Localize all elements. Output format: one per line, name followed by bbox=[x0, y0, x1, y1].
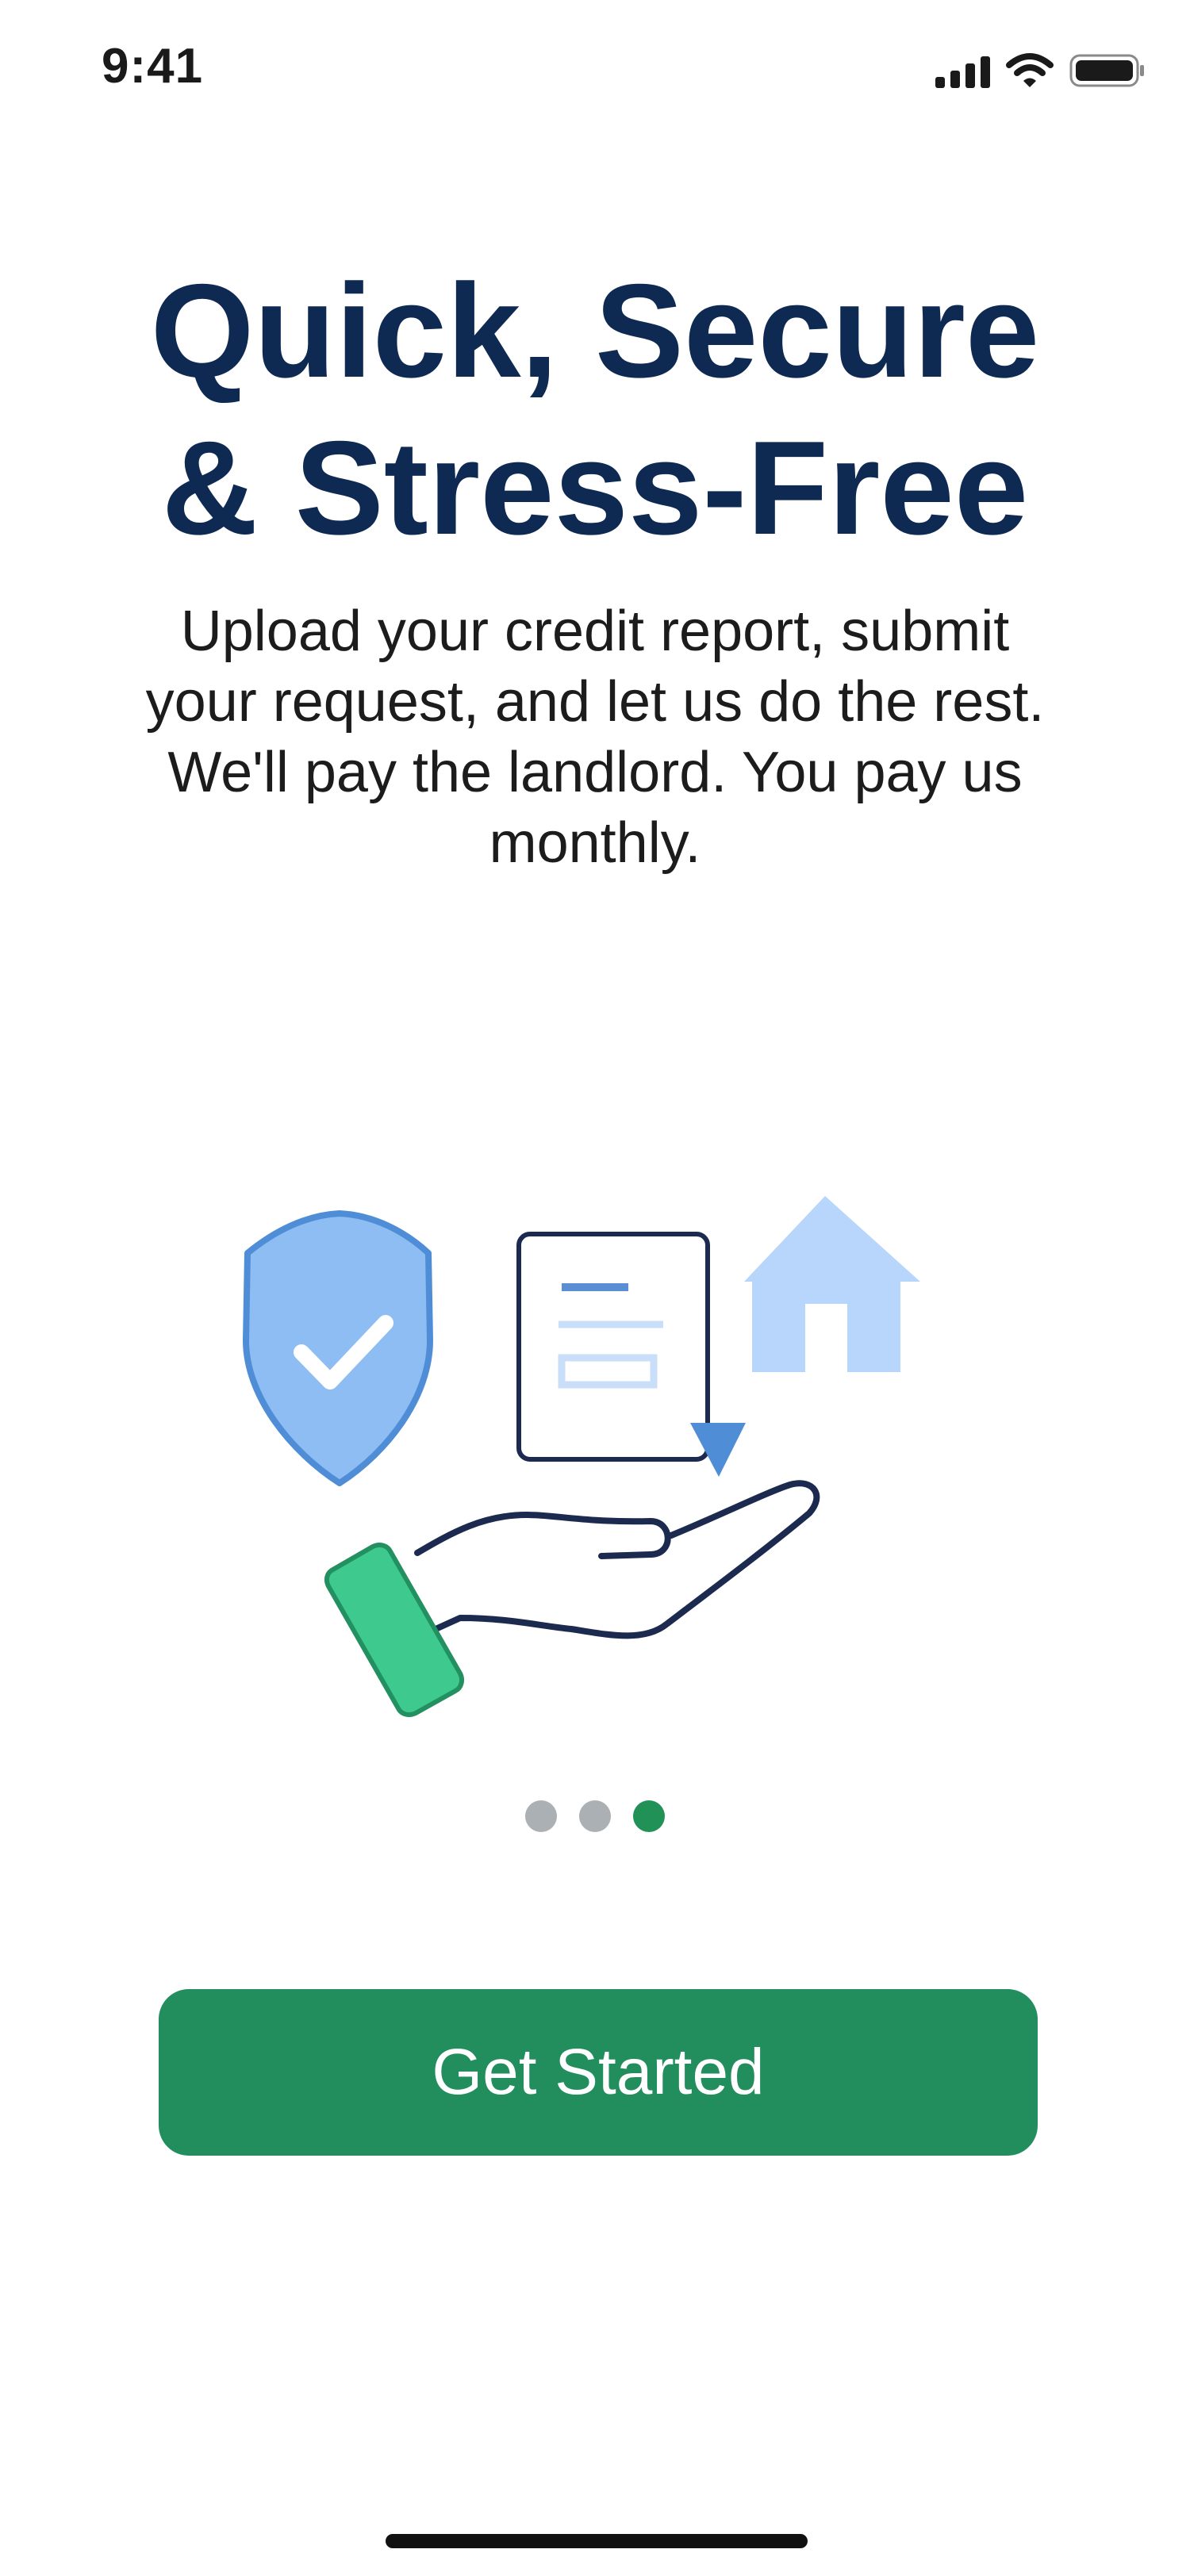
page-dot[interactable] bbox=[525, 1800, 557, 1832]
page-title: Quick, Secure & Stress-Free bbox=[0, 252, 1190, 566]
get-started-button[interactable]: Get Started bbox=[159, 1989, 1038, 2156]
wifi-icon bbox=[1006, 53, 1054, 87]
title-line-2: & Stress-Free bbox=[161, 413, 1029, 562]
title-line-1: Quick, Secure bbox=[150, 256, 1040, 405]
home-indicator[interactable] bbox=[386, 2534, 808, 2548]
onboarding-illustration bbox=[243, 1196, 920, 1717]
hand-icon bbox=[324, 1480, 820, 1717]
status-bar: 9:41 bbox=[0, 0, 1190, 119]
battery-icon bbox=[1069, 54, 1144, 87]
status-time: 9:41 bbox=[102, 39, 204, 94]
shield-check-icon bbox=[243, 1210, 433, 1486]
description-text: Upload your credit report, submit your r… bbox=[145, 600, 1045, 875]
page-dot-active[interactable] bbox=[633, 1800, 665, 1832]
page-indicator bbox=[0, 1800, 1190, 1832]
house-icon bbox=[744, 1196, 920, 1372]
page-dot[interactable] bbox=[579, 1800, 611, 1832]
cellular-signal-icon bbox=[935, 53, 990, 88]
document-icon bbox=[516, 1232, 746, 1477]
status-icons bbox=[935, 52, 1146, 89]
